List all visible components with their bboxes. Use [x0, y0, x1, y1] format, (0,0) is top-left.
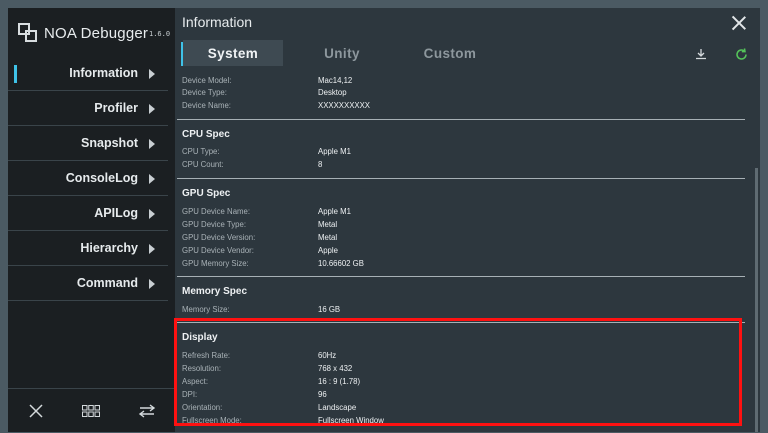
info-label: Resolution:	[182, 364, 222, 373]
sidebar-item-label: Hierarchy	[80, 241, 138, 255]
tab-bar: System Unity Custom	[175, 40, 760, 68]
info-value: 768 x 432	[318, 364, 353, 373]
info-value: Metal	[318, 220, 338, 229]
section-title-memory: Memory Spec	[182, 286, 248, 297]
chevron-right-icon	[149, 104, 155, 114]
download-icon[interactable]	[693, 46, 709, 62]
grid-icon[interactable]	[81, 401, 101, 421]
info-value: Landscape	[318, 403, 357, 412]
info-label: Refresh Rate:	[182, 351, 231, 360]
chevron-right-icon	[149, 174, 155, 184]
title-bar: Information	[175, 8, 760, 38]
info-label: DPI:	[182, 390, 198, 399]
section-divider	[177, 276, 745, 277]
info-label: CPU Type:	[182, 147, 220, 156]
app-logo-icon	[18, 23, 38, 43]
sidebar-item-label: Profiler	[94, 101, 138, 115]
info-value: 60Hz	[318, 351, 337, 360]
section-title-display: Display	[182, 332, 218, 343]
sidebar-item-label: APILog	[94, 206, 138, 220]
tab-custom[interactable]: Custom	[400, 40, 500, 66]
info-value: 96	[318, 390, 327, 399]
sidebar-item-consolelog[interactable]: ConsoleLog	[8, 161, 168, 196]
info-label: Device Type:	[182, 88, 227, 97]
info-label: Fullscreen Mode:	[182, 416, 242, 425]
info-label: GPU Device Type:	[182, 220, 246, 229]
chevron-right-icon	[149, 279, 155, 289]
info-value: Mac14,12	[318, 76, 353, 85]
section-title-cpu: CPU Spec	[182, 129, 230, 140]
info-value: Apple M1	[318, 147, 351, 156]
info-label: Memory Size:	[182, 305, 230, 314]
info-label: GPU Device Vendor:	[182, 246, 254, 255]
section-divider	[177, 119, 745, 120]
sidebar-item-label: Information	[69, 66, 138, 80]
page-title: Information	[182, 14, 253, 30]
close-icon[interactable]	[730, 14, 748, 32]
swap-icon[interactable]	[137, 401, 157, 421]
sidebar-bottom-bar	[8, 388, 175, 433]
tab-system[interactable]: System	[183, 40, 283, 66]
info-value: Metal	[318, 233, 338, 242]
main-panel: Information System Unity Custom Device M…	[175, 8, 760, 432]
chevron-right-icon	[149, 69, 155, 79]
info-label: GPU Memory Size:	[182, 259, 249, 268]
info-label: Aspect:	[182, 377, 209, 386]
sidebar-item-profiler[interactable]: Profiler	[8, 91, 168, 126]
info-value: 16 GB	[318, 305, 341, 314]
sidebar-item-label: Snapshot	[81, 136, 138, 150]
chevron-right-icon	[149, 139, 155, 149]
info-content[interactable]: Device Model: Mac14,12 Device Type: Desk…	[175, 69, 760, 432]
info-label: GPU Device Version:	[182, 233, 256, 242]
info-label: Orientation:	[182, 403, 223, 412]
sidebar-item-snapshot[interactable]: Snapshot	[8, 126, 168, 161]
info-value: 16 : 9 (1.78)	[318, 377, 361, 386]
info-value: Fullscreen Window	[318, 416, 384, 425]
tab-unity[interactable]: Unity	[292, 40, 392, 66]
sidebar-nav: Information Profiler Snapshot ConsoleLog…	[8, 56, 168, 301]
sidebar-item-label: Command	[76, 276, 138, 290]
info-value: 8	[318, 160, 323, 169]
scrollbar[interactable]	[755, 168, 758, 432]
info-label: Device Model:	[182, 76, 232, 85]
app-name: NOA Debugger	[44, 24, 149, 42]
sidebar-item-information[interactable]: Information	[8, 56, 168, 91]
refresh-icon[interactable]	[733, 46, 749, 62]
section-divider	[177, 322, 745, 323]
info-value: Apple M1	[318, 207, 351, 216]
info-label: Device Name:	[182, 101, 231, 110]
sidebar-item-label: ConsoleLog	[65, 171, 138, 185]
info-value: Desktop	[318, 88, 347, 97]
app-logo: NOA Debugger	[18, 18, 148, 48]
info-value: 10.66602 GB	[318, 259, 364, 268]
chevron-right-icon	[149, 244, 155, 254]
info-label: GPU Device Name:	[182, 207, 251, 216]
app-version: 1.6.0	[149, 30, 171, 38]
sidebar-item-command[interactable]: Command	[8, 266, 168, 301]
section-title-gpu: GPU Spec	[182, 188, 231, 199]
info-value: Apple	[318, 246, 338, 255]
info-label: CPU Count:	[182, 160, 224, 169]
sidebar-item-apilog[interactable]: APILog	[8, 196, 168, 231]
chevron-right-icon	[149, 209, 155, 219]
sidebar-item-hierarchy[interactable]: Hierarchy	[8, 231, 168, 266]
section-divider	[177, 178, 745, 179]
info-value: XXXXXXXXXX	[318, 101, 371, 110]
close-icon[interactable]	[26, 401, 46, 421]
sidebar: NOA Debugger 1.6.0 Information Profiler …	[8, 8, 175, 432]
